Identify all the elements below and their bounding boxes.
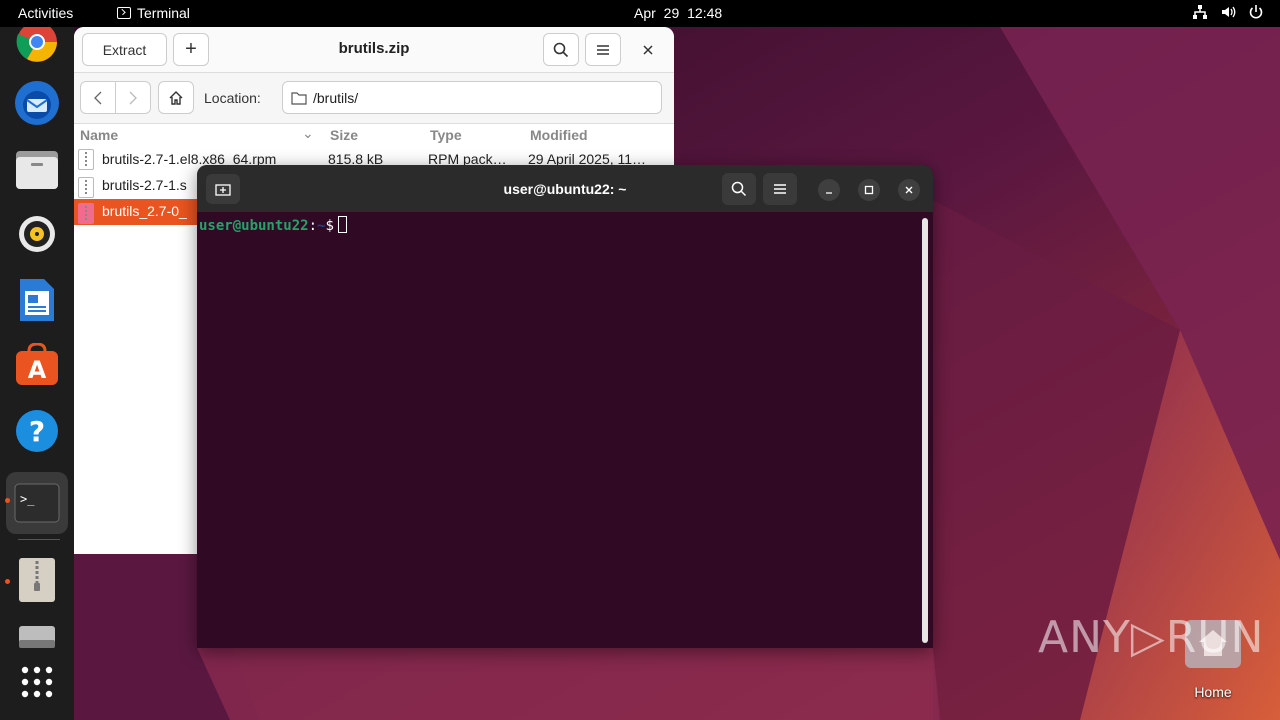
close-button[interactable] xyxy=(636,38,660,62)
rhythmbox-icon[interactable] xyxy=(12,209,62,259)
text-cursor xyxy=(337,216,347,233)
chevron-left-icon xyxy=(94,91,102,104)
location-bar: Location: /brutils/ xyxy=(74,73,674,124)
svg-text:A: A xyxy=(28,356,47,384)
location-label: Location: xyxy=(204,90,261,106)
plus-icon: + xyxy=(185,38,197,60)
ubuntu-software-icon[interactable]: A xyxy=(12,340,62,390)
terminal-scrollbar[interactable] xyxy=(922,218,928,643)
hamburger-icon xyxy=(597,44,609,55)
power-icon xyxy=(1248,4,1264,20)
libreoffice-writer-icon[interactable] xyxy=(12,275,62,325)
prompt-separator: : xyxy=(308,218,318,234)
file-icon xyxy=(78,177,94,198)
top-bar: Activities Terminal Apr 29 12:48 xyxy=(0,0,1280,27)
search-button[interactable] xyxy=(543,33,579,66)
clock[interactable]: Apr 29 12:48 xyxy=(634,5,722,21)
prompt-dollar: $ xyxy=(325,218,334,234)
column-modified[interactable]: Modified xyxy=(530,127,588,143)
help-icon[interactable]: ? xyxy=(12,406,62,456)
terminal-headerbar: user@ubuntu22: ~ xyxy=(197,165,933,212)
add-files-button[interactable]: + xyxy=(173,33,209,66)
terminal-menu-button[interactable] xyxy=(763,173,797,205)
folder-icon xyxy=(291,92,307,105)
archive-headerbar: Extract + brutils.zip xyxy=(74,27,674,73)
terminal-search-button[interactable] xyxy=(722,173,756,205)
search-icon xyxy=(731,181,747,197)
column-type[interactable]: Type xyxy=(430,127,462,143)
home-button[interactable] xyxy=(158,81,194,114)
file-icon xyxy=(78,203,94,224)
close-icon xyxy=(905,186,913,194)
location-field[interactable]: /brutils/ xyxy=(282,81,662,114)
terminal-prompt: user@ubuntu22:~$ xyxy=(199,216,347,234)
close-icon xyxy=(643,45,653,55)
column-size[interactable]: Size xyxy=(330,127,358,143)
back-button[interactable] xyxy=(80,81,116,114)
extract-button[interactable]: Extract xyxy=(82,33,167,66)
dock: A ? >_ xyxy=(0,22,74,720)
location-path: /brutils/ xyxy=(313,90,359,106)
search-icon xyxy=(553,42,569,57)
svg-text:>_: >_ xyxy=(20,492,35,506)
terminal-close-button[interactable] xyxy=(898,179,920,201)
terminal-body[interactable]: user@ubuntu22:~$ xyxy=(197,212,933,648)
running-indicator xyxy=(5,498,10,503)
anyrun-watermark: ANY▷RUN xyxy=(1038,612,1265,663)
network-icon xyxy=(1192,4,1208,20)
app-menu-label: Terminal xyxy=(137,5,190,21)
terminal-icon xyxy=(117,7,131,19)
home-label: Home xyxy=(1194,684,1232,700)
system-tray[interactable] xyxy=(1192,4,1264,20)
prompt-user: user@ubuntu22 xyxy=(199,218,309,234)
home-icon xyxy=(169,90,183,105)
maximize-button[interactable] xyxy=(858,179,880,201)
files-icon[interactable] xyxy=(12,144,62,194)
file-name: brutils_2.7-0_ xyxy=(102,203,187,219)
column-name[interactable]: Name xyxy=(80,127,118,143)
dock-separator xyxy=(18,539,60,540)
svg-text:?: ? xyxy=(29,415,45,448)
volume-icon xyxy=(1220,4,1236,20)
hamburger-icon xyxy=(774,184,786,194)
sort-chevron-down-icon: ⌄ xyxy=(302,125,314,141)
column-headers: Name ⌄ Size Type Modified xyxy=(74,125,674,147)
terminal-window: user@ubuntu22: ~ user@ubuntu22:~$ xyxy=(197,165,933,648)
terminal-dock-icon[interactable]: >_ xyxy=(6,472,68,534)
archive-manager-icon[interactable] xyxy=(12,555,62,605)
forward-button[interactable] xyxy=(115,81,151,114)
file-name: brutils-2.7-1.s xyxy=(102,177,187,193)
minimize-button[interactable] xyxy=(818,179,840,201)
show-apps-icon[interactable] xyxy=(12,657,62,707)
file-icon xyxy=(78,149,94,170)
running-indicator xyxy=(5,579,10,584)
chevron-right-icon xyxy=(129,91,137,104)
minimize-icon xyxy=(826,192,832,194)
thunderbird-icon[interactable] xyxy=(12,78,62,128)
maximize-icon xyxy=(864,185,874,195)
app-menu[interactable]: Terminal xyxy=(117,5,190,21)
usb-drive-icon[interactable] xyxy=(12,612,62,662)
menu-button[interactable] xyxy=(585,33,621,66)
activities-button[interactable]: Activities xyxy=(18,5,73,21)
